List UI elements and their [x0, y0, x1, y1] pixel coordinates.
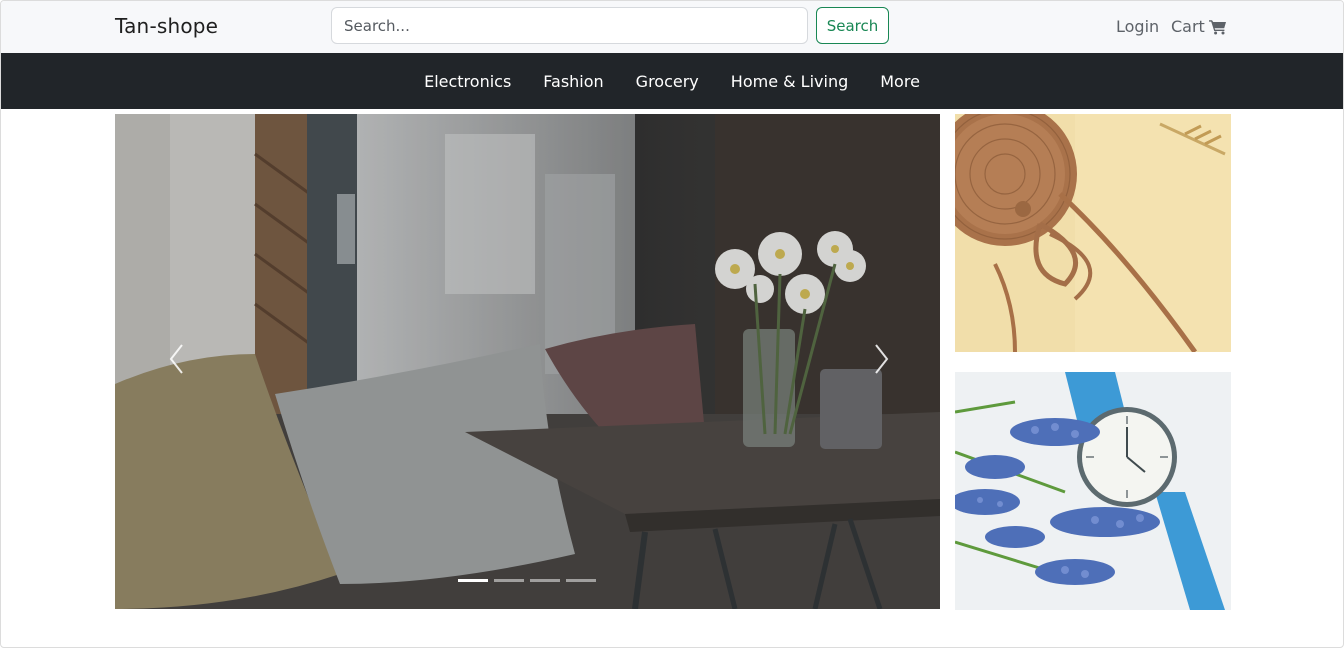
page: Tan-shope Search Login Cart Electronics …	[0, 0, 1344, 648]
search-input[interactable]	[331, 7, 808, 44]
promo-image-watch[interactable]	[955, 372, 1231, 610]
category-more[interactable]: More	[864, 72, 936, 91]
hero-carousel	[115, 114, 940, 609]
category-fashion[interactable]: Fashion	[527, 72, 619, 91]
promo-image-bag[interactable]	[955, 114, 1231, 352]
carousel-slide-image	[115, 114, 940, 609]
cart-link[interactable]: Cart	[1171, 17, 1227, 36]
carousel-indicator-1[interactable]	[458, 579, 488, 582]
carousel-indicators	[458, 579, 596, 582]
category-home-living[interactable]: Home & Living	[715, 72, 864, 91]
brand-logo[interactable]: Tan-shope	[115, 14, 218, 38]
category-grocery[interactable]: Grocery	[620, 72, 715, 91]
carousel-indicator-3[interactable]	[530, 579, 560, 582]
category-nav: Electronics Fashion Grocery Home & Livin…	[1, 53, 1343, 109]
carousel-indicator-4[interactable]	[566, 579, 596, 582]
search-button[interactable]: Search	[816, 7, 889, 44]
carousel-indicator-2[interactable]	[494, 579, 524, 582]
wristwatch-image	[955, 372, 1231, 610]
chevron-left-icon	[169, 344, 183, 374]
category-electronics[interactable]: Electronics	[408, 72, 527, 91]
carousel-prev-button[interactable]	[163, 339, 193, 379]
chevron-right-icon	[875, 344, 889, 374]
rattan-bag-image	[955, 114, 1231, 352]
login-link[interactable]: Login	[1116, 17, 1159, 36]
carousel-next-button[interactable]	[865, 339, 895, 379]
top-navbar: Tan-shope Search Login Cart	[1, 1, 1343, 53]
cart-icon	[1208, 19, 1227, 35]
cart-label: Cart	[1171, 17, 1205, 36]
